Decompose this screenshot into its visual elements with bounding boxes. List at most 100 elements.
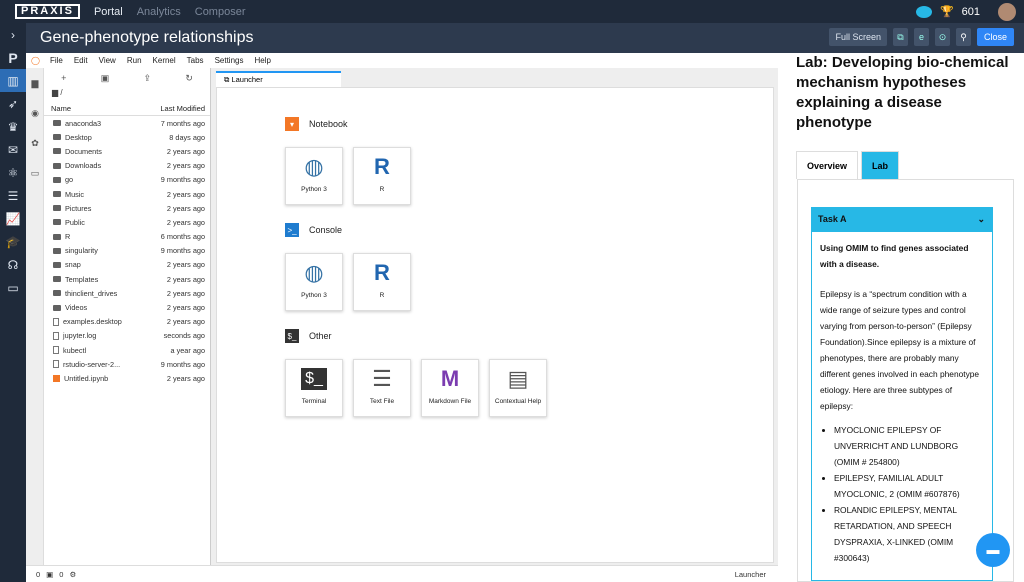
card-text-file[interactable]: ☰ Text File [353,359,411,417]
list-item[interactable]: Videos 2 years ago [44,300,210,314]
fullscreen-button[interactable]: Full Screen [829,28,887,46]
server-icon[interactable]: ☰ [0,184,26,207]
file-modified: 2 years ago [166,317,205,327]
menu-edit[interactable]: Edit [74,56,88,65]
list-item[interactable]: singularity 9 months ago [44,244,210,258]
file-name: Templates [53,275,98,284]
file-name-label: snap [65,260,81,270]
info-icon[interactable]: e [913,28,929,46]
tab-launcher[interactable]: ⧉ Launcher [216,71,341,87]
list-item[interactable]: rstudio-server-2... 9 months ago [44,357,210,371]
menu-tabs[interactable]: Tabs [187,56,204,65]
list-item[interactable]: anaconda3 7 months ago [44,116,210,130]
tab-lab[interactable]: Lab [861,151,900,179]
list-item[interactable]: Downloads 2 years ago [44,159,210,173]
list-item[interactable]: examples.desktop 2 years ago [44,315,210,329]
list-item[interactable]: go 9 months ago [44,173,210,187]
chevron-down-icon[interactable]: ⌄ [977,207,985,232]
list-item[interactable]: Templates 2 years ago [44,272,210,286]
card-label: R [379,292,385,299]
col-modified[interactable]: Last Modified [160,104,205,113]
refresh-icon[interactable]: ↻ [185,73,193,84]
card-r-notebook[interactable]: RR [353,147,411,205]
upload-icon[interactable]: ⇪ [143,73,151,84]
file-modified: 2 years ago [166,373,205,383]
file-name-label: Pictures [65,203,92,213]
card-terminal[interactable]: $_ Terminal [285,359,343,417]
medal-icon[interactable]: ☊ [0,253,26,276]
rocket-icon[interactable]: ➶ [0,92,26,115]
list-item[interactable]: Public 2 years ago [44,215,210,229]
status-count-a[interactable]: 0 [36,570,40,579]
stop-circle-icon[interactable]: ◉ [26,98,44,128]
settings-icon[interactable]: ⚙ [69,570,76,579]
close-button[interactable]: Close [976,28,1014,46]
menu-file[interactable]: File [50,56,63,65]
file-name-label: Music [65,189,85,199]
folder-icon[interactable]: ▆ [26,68,44,98]
col-name[interactable]: Name [51,104,71,113]
list-item[interactable]: Untitled.ipynb 2 years ago [44,371,210,385]
card-contextual-help[interactable]: ▤ Contextual Help [489,359,547,417]
file-modified: 8 days ago [169,132,205,142]
menu-settings[interactable]: Settings [215,56,244,65]
mail-icon[interactable]: ✉ [0,138,26,161]
list-item[interactable]: kubectl a year ago [44,343,210,357]
task-a-header[interactable]: Task A ⌄ [811,207,993,232]
list-item[interactable]: Desktop 8 days ago [44,130,210,144]
breadcrumb-path[interactable]: / [60,88,62,97]
tab-overview[interactable]: Overview [796,151,859,179]
nav-analytics[interactable]: Analytics [137,6,181,18]
file-name-label: Untitled.ipynb [64,373,109,383]
file-modified: 2 years ago [166,146,205,156]
trophy-rail-icon[interactable]: ♛ [0,115,26,138]
breadcrumb[interactable]: ▆ / [44,88,210,102]
file-name-label: anaconda3 [65,118,102,128]
launcher-panel: ▾ Notebook ◍ Python 3 RR >_ Console ◍ Python… [216,87,774,563]
list-item[interactable]: Pictures 2 years ago [44,201,210,215]
card-markdown-file[interactable]: M Markdown File [421,359,479,417]
list-item[interactable]: Documents 2 years ago [44,144,210,158]
chat-button[interactable]: ▬ [976,533,1010,567]
avatar[interactable] [998,2,1016,21]
card-label: Markdown File [428,398,472,405]
list-item[interactable]: Music 2 years ago [44,187,210,201]
list-item[interactable]: snap 2 years ago [44,258,210,272]
file-name-label: examples.desktop [63,317,122,327]
copy-icon[interactable]: ⧉ [892,28,908,46]
folder-icon [53,205,61,212]
card-python3-notebook[interactable]: ◍ Python 3 [285,147,343,205]
section-label: Console [309,225,343,235]
chat-bubble-icon[interactable] [915,5,932,18]
idcard-icon[interactable]: ▭ [0,276,26,299]
status-count-b[interactable]: 0 [59,570,63,579]
square-icon: ▣ [46,569,54,579]
plug-icon[interactable]: ⚲ [955,28,971,46]
list-item[interactable]: jupyter.log seconds ago [44,329,210,343]
save-icon[interactable]: ⊙ [934,28,950,46]
list-item[interactable]: R 6 months ago [44,230,210,244]
graduation-icon[interactable]: 🎓 [0,230,26,253]
card-python3-console[interactable]: ◍ Python 3 [285,253,343,311]
network-icon[interactable]: ⚛ [0,161,26,184]
menu-run[interactable]: Run [127,56,142,65]
list-item[interactable]: thinclient_drives 2 years ago [44,286,210,300]
file-modified: 2 years ago [166,189,205,199]
expand-icon[interactable]: › [0,23,26,46]
nav-composer[interactable]: Composer [195,6,246,18]
chart-icon[interactable]: 📈 [0,207,26,230]
menu-kernel[interactable]: Kernel [153,56,176,65]
praxis-logo[interactable]: PRAXIS [15,4,80,19]
menu-help[interactable]: Help [254,56,270,65]
file-name: kubectl [53,346,86,355]
p-icon[interactable]: P [0,46,26,69]
new-launcher-icon[interactable]: + [61,73,66,83]
menu-view[interactable]: View [99,56,116,65]
subtype-list: MYOCLONIC EPILEPSY OF UNVERRICHT AND LUN… [834,422,984,566]
tabs-icon[interactable]: ▭ [26,158,44,188]
new-folder-icon[interactable]: ▣ [101,73,110,84]
nav-portal[interactable]: Portal [94,6,123,18]
palette-icon[interactable]: ✿ [26,128,44,158]
institution-icon[interactable]: ▥ [0,69,26,92]
card-r-console[interactable]: RR [353,253,411,311]
